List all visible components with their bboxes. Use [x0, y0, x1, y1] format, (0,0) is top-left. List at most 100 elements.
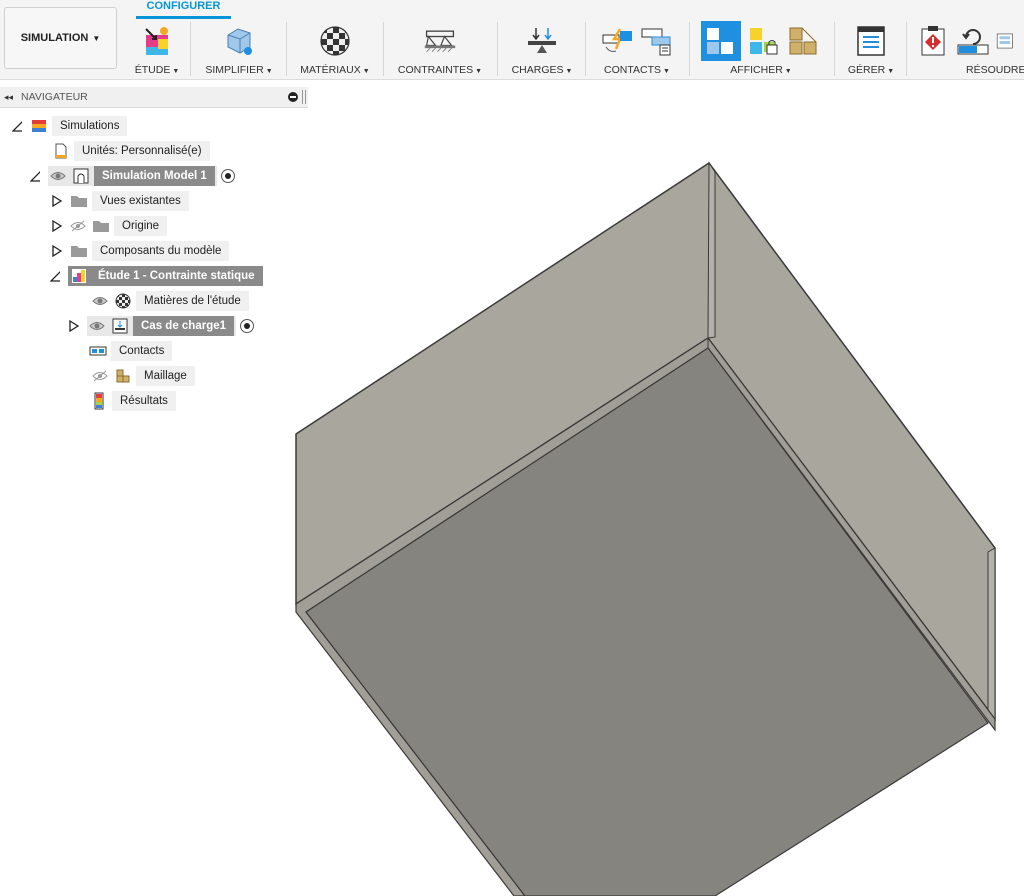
- model-node: Simulation Model 1: [48, 166, 217, 186]
- tree-item-simulations[interactable]: Simulations: [12, 116, 128, 136]
- expand-triangle-icon[interactable]: [69, 320, 79, 332]
- materials-group[interactable]: MATÉRIAUX ▼: [292, 20, 378, 78]
- manage-contacts-icon[interactable]: [640, 24, 674, 58]
- activate-radio-icon[interactable]: [240, 319, 255, 333]
- divider: [906, 22, 907, 76]
- display-locked-icon[interactable]: [747, 24, 781, 58]
- chevron-down-icon: ▼: [887, 68, 895, 75]
- load-icon[interactable]: [525, 24, 559, 58]
- expand-triangle-icon[interactable]: [52, 195, 62, 207]
- tree-item-load-case[interactable]: Cas de charge1: [69, 316, 255, 336]
- simplify-group[interactable]: SIMPLIFIER ▼: [196, 20, 282, 78]
- navigator-header: ◂◂ NAVIGATEUR: [0, 87, 308, 108]
- solve-icon[interactable]: [956, 24, 990, 58]
- manage-label: GÉRER: [847, 64, 886, 76]
- expand-triangle-icon[interactable]: [50, 270, 60, 282]
- tree-item-study-materials[interactable]: Matières de l'étude: [92, 291, 249, 311]
- tree-item-origin[interactable]: Origine: [52, 216, 168, 236]
- collapse-icon[interactable]: ◂◂: [4, 92, 13, 103]
- new-study-icon[interactable]: [140, 24, 174, 58]
- tree-label: Contacts: [111, 341, 173, 361]
- divider: [190, 22, 191, 76]
- tree-label: Vues existantes: [92, 191, 189, 211]
- simplify-icon[interactable]: [222, 24, 256, 58]
- tree-item-mesh[interactable]: Maillage: [92, 366, 195, 386]
- resize-grip-icon[interactable]: [302, 90, 306, 104]
- constraints-group[interactable]: CONTRAINTES ▼: [389, 20, 491, 78]
- display-label: AFFICHER: [730, 64, 783, 76]
- chevron-down-icon: ▼: [784, 68, 792, 75]
- minimize-icon[interactable]: [288, 92, 298, 102]
- model-edge-face: [987, 547, 996, 720]
- eye-hidden-icon[interactable]: [92, 370, 108, 382]
- constraints-label: CONTRAINTES: [397, 64, 474, 76]
- eye-icon[interactable]: [92, 295, 108, 307]
- chevron-down-icon: ▼: [663, 68, 670, 75]
- folder-icon: [70, 243, 88, 259]
- divider: [689, 22, 690, 76]
- display-components-icon[interactable]: [787, 24, 821, 58]
- navigator-panel: ◂◂ NAVIGATEUR: [0, 87, 308, 108]
- tree-label: Origine: [114, 216, 168, 236]
- eye-hidden-icon[interactable]: [70, 220, 86, 232]
- chevron-down-icon: ▼: [565, 68, 573, 75]
- expand-triangle-icon[interactable]: [12, 120, 22, 132]
- chevron-down-icon: ▼: [475, 68, 483, 75]
- chevron-down-icon: ▼: [172, 68, 180, 75]
- folder-icon: [70, 193, 88, 209]
- folder-icon: [92, 218, 110, 234]
- display-group[interactable]: AFFICHER ▼: [694, 20, 828, 78]
- navigator-title: NAVIGATEUR: [21, 91, 88, 103]
- expand-triangle-icon[interactable]: [52, 220, 62, 232]
- display-dof-icon[interactable]: [701, 21, 741, 61]
- manage-group[interactable]: GÉRER ▼: [840, 20, 902, 78]
- manage-settings-icon[interactable]: [854, 24, 888, 58]
- solve-group[interactable]: RÉSOUDRE: [912, 20, 1024, 78]
- tree-label: Cas de charge1: [133, 316, 235, 336]
- tree-item-named-views[interactable]: Vues existantes: [52, 191, 189, 211]
- study-label: ÉTUDE: [134, 64, 171, 76]
- tab-configurer[interactable]: CONFIGURER: [136, 0, 231, 19]
- toolbar: SIMULATION ▼ CONFIGURER ÉTUDE ▼ SIMPLIFI…: [0, 0, 1024, 80]
- contacts-group[interactable]: CONTACTS ▼: [590, 20, 684, 78]
- tree-item-simulation-model[interactable]: Simulation Model 1: [30, 166, 235, 186]
- eye-icon[interactable]: [50, 170, 66, 182]
- materials-icon[interactable]: [318, 24, 352, 58]
- auto-contacts-icon[interactable]: [600, 24, 634, 58]
- expand-triangle-icon[interactable]: [52, 245, 62, 257]
- tree-item-model-components[interactable]: Composants du modèle: [52, 241, 230, 261]
- tree-label: Simulation Model 1: [94, 166, 215, 186]
- tree-item-units[interactable]: Unités: Personnalisé(e): [52, 141, 210, 161]
- study-group[interactable]: ÉTUDE ▼: [128, 20, 186, 78]
- materials-label: MATÉRIAUX: [300, 64, 361, 76]
- model-edge-face: [707, 161, 716, 339]
- document-icon: [52, 143, 70, 159]
- simulations-icon: [30, 118, 48, 134]
- contacts-label: CONTACTS: [604, 64, 662, 76]
- tree-label: Unités: Personnalisé(e): [74, 141, 210, 161]
- study-node: Étude 1 - Contrainte statique: [68, 266, 263, 286]
- tree-item-study[interactable]: Étude 1 - Contrainte statique: [50, 266, 263, 286]
- chevron-down-icon: ▼: [92, 33, 101, 43]
- load-case-node: Cas de charge1: [87, 316, 237, 336]
- tree-label: Matières de l'étude: [136, 291, 249, 311]
- workspace-switcher-button[interactable]: SIMULATION ▼: [4, 7, 117, 69]
- static-stress-icon: [70, 268, 88, 284]
- eye-icon[interactable]: [89, 320, 105, 332]
- tree-item-contacts[interactable]: Contacts: [89, 341, 173, 361]
- tree-label: Maillage: [136, 366, 195, 386]
- solve-manager-icon[interactable]: [996, 24, 1016, 58]
- activate-radio-icon[interactable]: [220, 169, 235, 183]
- divider: [286, 22, 287, 76]
- load-case-icon: [111, 318, 129, 334]
- constraint-icon[interactable]: [423, 24, 457, 58]
- tree-label: Résultats: [112, 391, 176, 411]
- loads-label: CHARGES: [511, 64, 564, 76]
- expand-triangle-icon[interactable]: [30, 170, 40, 182]
- results-icon: [90, 392, 108, 410]
- chevron-down-icon: ▼: [265, 68, 273, 75]
- tree-item-results[interactable]: Résultats: [90, 391, 176, 411]
- loads-group[interactable]: CHARGES ▼: [503, 20, 581, 78]
- tree-label: Composants du modèle: [92, 241, 230, 261]
- precheck-icon[interactable]: [916, 24, 950, 58]
